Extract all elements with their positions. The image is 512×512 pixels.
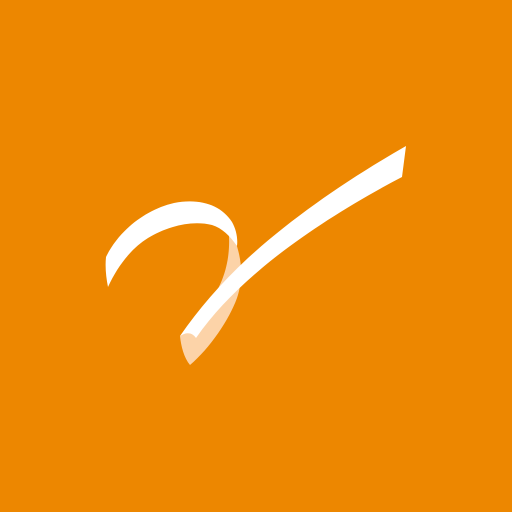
app-icon-canvas [0, 0, 512, 512]
ribbon-swoosh-icon [0, 0, 512, 512]
